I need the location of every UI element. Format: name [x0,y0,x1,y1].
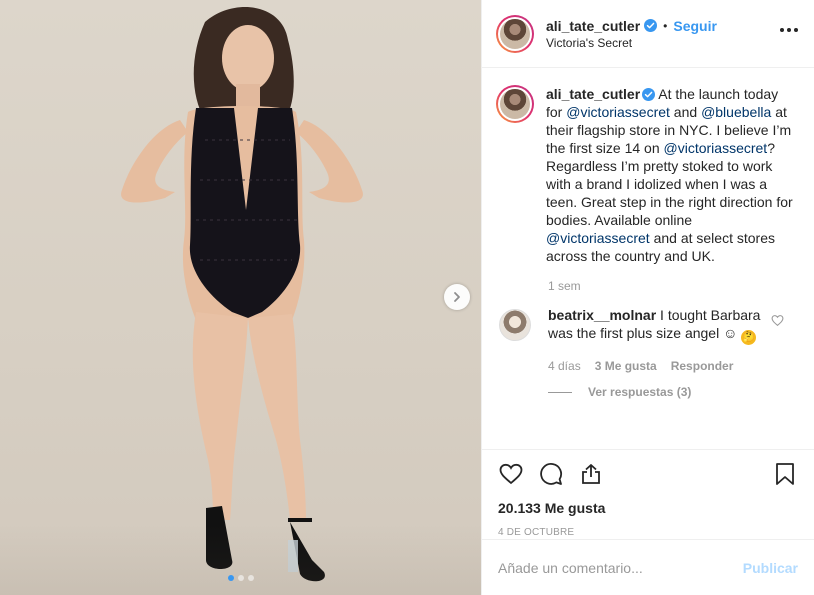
caption-author-avatar[interactable] [496,85,534,123]
mention-link[interactable]: @victoriassecret [566,104,670,120]
carousel-dot-1 [227,575,234,581]
add-comment-bar: Publicar [482,539,814,595]
separator-dot: • [663,18,668,33]
carousel-dot-2 [237,575,244,581]
carousel-indicator [0,575,481,581]
photo-floor-shadow [0,525,481,595]
comment-text: beatrix__molnar I tought Barbara was the… [548,307,761,345]
more-options-icon[interactable] [780,28,798,32]
post-actions: 20.133 Me gusta 4 de octubre [482,449,814,539]
publish-button[interactable]: Publicar [743,560,798,576]
share-icon[interactable] [578,461,604,487]
heart-icon[interactable] [498,461,524,487]
model-photo-illustration [121,7,363,582]
author-username[interactable]: ali_tate_cutler [546,18,640,34]
author-avatar[interactable] [496,14,534,53]
mention-link[interactable]: @victoriassecret [664,140,768,156]
carousel-dot-3 [247,575,254,581]
caption-username[interactable]: ali_tate_cutler [546,86,640,102]
post-photo[interactable] [0,0,481,595]
mention-link[interactable]: @victoriassecret [546,230,650,246]
follow-button[interactable]: Seguir [673,18,717,34]
like-comment-heart-icon[interactable] [771,314,784,327]
post-header: ali_tate_cutler • Seguir Victoria's Secr… [482,0,814,68]
comment-icon[interactable] [538,461,564,487]
caption-text: ali_tate_cutler At the launch today for … [546,86,793,264]
bookmark-icon[interactable] [772,461,798,487]
comment-item: beatrix__molnar I tought Barbara was the… [496,306,798,345]
thinking-emoji: 🤔 [741,330,757,345]
comment-input[interactable] [498,559,743,576]
commenter-username[interactable]: beatrix__molnar [548,307,656,323]
comments-section: ali_tate_cutler At the launch today for … [482,69,814,449]
post-sidebar: ali_tate_cutler • Seguir Victoria's Secr… [481,0,814,595]
caption-timestamp[interactable]: 1 sem [548,279,798,293]
view-replies-label: Ver respuestas (3) [588,385,692,399]
verified-icon [644,19,658,32]
carousel-next-button[interactable] [444,284,470,310]
post-caption: ali_tate_cutler At the launch today for … [496,85,798,265]
verified-icon [642,88,656,101]
view-replies-button[interactable]: Ver respuestas (3) [548,385,798,399]
comment-timestamp[interactable]: 4 días [548,359,581,373]
comment-meta: 4 días 3 Me gusta Responder [548,359,798,373]
mention-link[interactable]: @bluebella [701,104,771,120]
commenter-avatar[interactable] [499,309,531,341]
avatar-image [500,18,530,49]
post-date[interactable]: 4 de octubre [498,527,798,538]
post-location[interactable]: Victoria's Secret [546,36,717,50]
chevron-right-icon [454,292,460,302]
reply-button[interactable]: Responder [671,359,734,373]
comment-likes[interactable]: 3 Me gusta [595,359,657,373]
likes-count[interactable]: 20.133 Me gusta [498,500,798,516]
replies-divider [548,391,572,393]
